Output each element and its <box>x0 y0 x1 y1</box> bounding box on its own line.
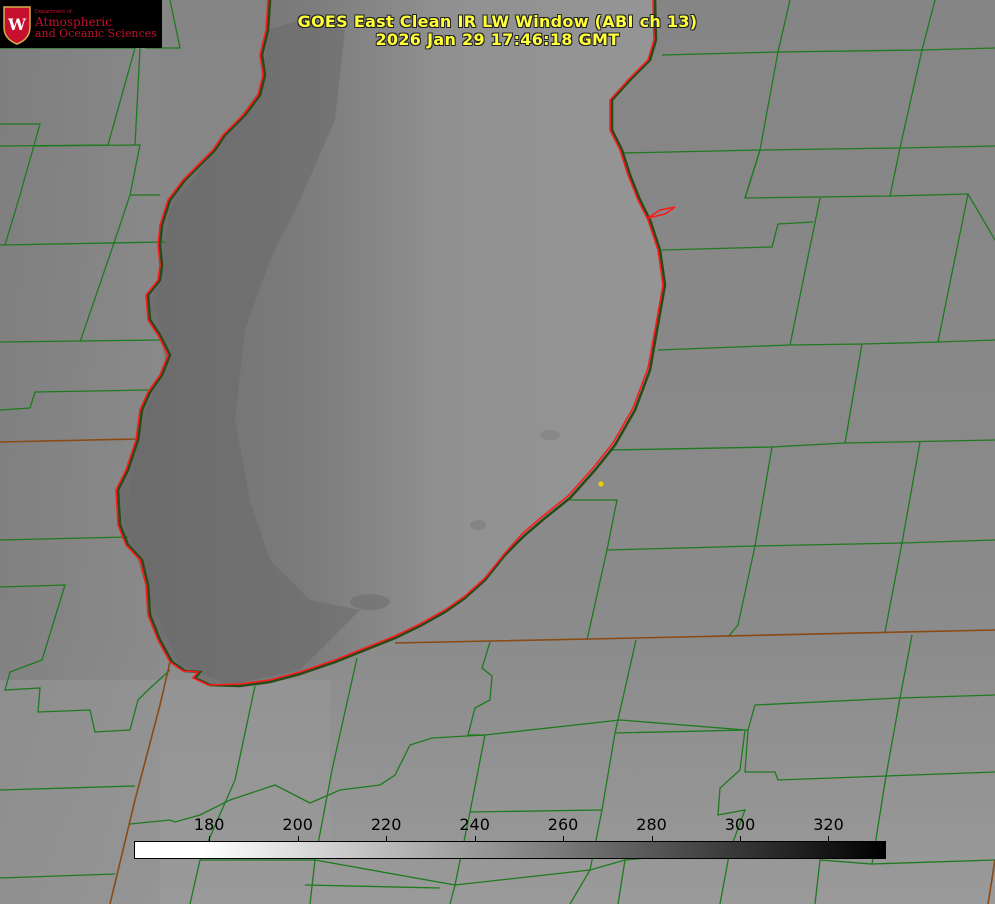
colorbar-tick-mark <box>740 836 742 841</box>
colorbar-tick-label: 200 <box>282 815 313 834</box>
colorbar-tick-mark <box>563 836 565 841</box>
colorbar-tick-mark <box>651 836 653 841</box>
colorbar-tick-mark <box>209 836 211 841</box>
temperature-colorbar <box>134 841 886 859</box>
colorbar-tick-mark <box>828 836 830 841</box>
colorbar-tick-mark <box>297 836 299 841</box>
colorbar-tick-label: 240 <box>459 815 490 834</box>
colorbar-tick-label: 220 <box>370 815 402 834</box>
colorbar-tick-label: 300 <box>724 815 756 834</box>
colorbar-tick-label: 320 <box>813 815 844 834</box>
image-timestamp: 2026 Jan 29 17:46:18 GMT <box>375 30 620 49</box>
satellite-image <box>0 0 995 904</box>
colorbar-tick-mark <box>386 836 388 841</box>
lake-patch <box>540 430 560 440</box>
southwest-bright-land <box>0 680 330 904</box>
colorbar-tick-label: 280 <box>636 815 667 834</box>
colorbar-tick-mark <box>474 836 476 841</box>
city-marker <box>598 481 604 487</box>
colorbar-tick-label: 180 <box>193 815 225 834</box>
lake-patch <box>350 594 390 610</box>
colorbar-tick-label: 260 <box>547 815 579 834</box>
lake-patch <box>470 520 486 530</box>
image-title: GOES East Clean IR LW Window (ABI ch 13) <box>297 12 698 31</box>
